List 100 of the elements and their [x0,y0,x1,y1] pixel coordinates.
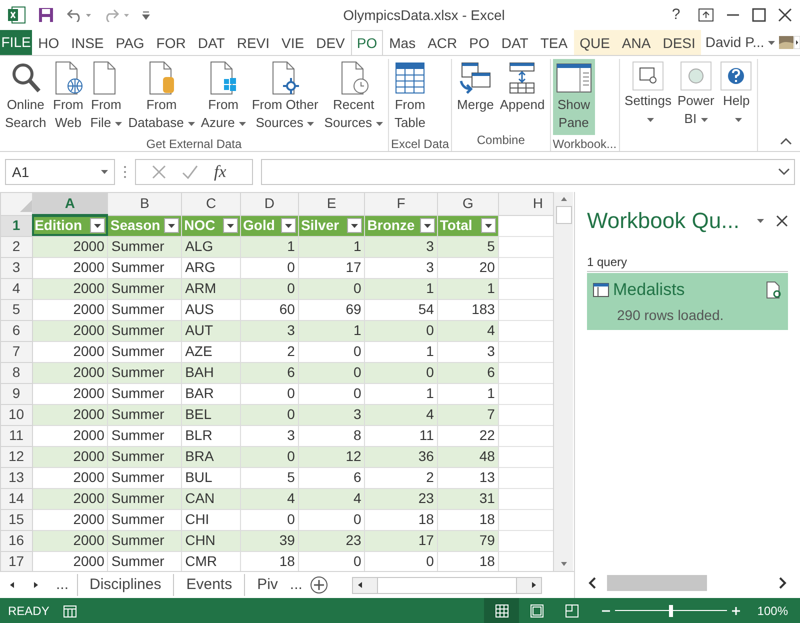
zoom-level[interactable]: 100% [757,602,788,620]
zoom-in-icon[interactable] [731,606,742,616]
maximize-icon[interactable] [752,8,766,22]
filter-dropdown-button[interactable] [420,218,435,233]
row-header[interactable]: 2 [0,236,32,257]
ribbon-display-icon[interactable] [698,8,714,22]
ribbon-button[interactable]: Power BI [674,59,718,131]
filter-dropdown-button[interactable] [223,218,238,233]
zoom-slider[interactable] [615,604,728,616]
row-header[interactable]: 11 [0,425,32,446]
ribbon-tab[interactable]: PO [463,30,496,55]
ribbon-button[interactable]: From Web [49,59,88,135]
ribbon-tab[interactable]: DAT [192,30,231,55]
row-header[interactable]: 4 [0,278,32,299]
add-sheet-icon[interactable] [310,576,328,594]
ribbon-button[interactable]: From Database [125,59,198,135]
refresh-document-icon[interactable] [766,280,782,299]
column-header[interactable]: C [182,192,241,215]
column-header[interactable]: B [108,192,182,215]
ribbon-tab[interactable]: TEA [534,30,574,55]
ribbon-tab[interactable]: PO [350,30,384,55]
collapse-ribbon-icon[interactable] [780,137,792,145]
macro-recording-icon[interactable] [63,604,78,618]
close-icon[interactable] [778,8,792,22]
row-header[interactable]: 10 [0,404,32,425]
row-header[interactable]: 5 [0,299,32,320]
ribbon-tab[interactable]: PAG [110,30,150,55]
normal-view-button[interactable] [484,598,520,623]
row-header[interactable]: 1 [0,215,32,236]
undo-icon[interactable] [66,8,92,22]
column-header[interactable]: F [364,192,438,215]
row-header[interactable]: 15 [0,509,32,530]
ribbon-tab[interactable]: QUE [574,30,616,55]
ribbon-button[interactable]: Append [496,59,548,117]
customize-menu-icon[interactable] [142,10,150,20]
row-header[interactable]: 8 [0,362,32,383]
ribbon-button[interactable]: Recent Sources [321,59,386,135]
horizontal-scrollbar[interactable] [352,576,542,594]
row-header[interactable]: 14 [0,488,32,509]
user-name[interactable]: David P... [701,30,780,55]
sheet-tab[interactable]: Piv [244,574,290,596]
filter-dropdown-button[interactable] [280,218,296,233]
ribbon-button[interactable]: Help [717,59,756,131]
ribbon-tab[interactable]: DEV [310,30,351,55]
row-header[interactable]: 12 [0,446,32,467]
filter-dropdown-button[interactable] [480,218,496,233]
check-icon[interactable] [182,165,198,179]
sheet-tab[interactable]: Disciplines [76,574,174,596]
row-header[interactable]: 16 [0,530,32,551]
ribbon-button[interactable]: From Azure [198,59,249,135]
more-sheets-button[interactable]: ... [48,574,77,596]
scroll-thumb[interactable] [607,575,707,591]
file-tab[interactable]: FILE [0,30,32,55]
filter-dropdown-button[interactable] [90,218,106,234]
ribbon-button[interactable]: Show Pane [552,59,595,135]
ribbon-button[interactable]: Settings [622,59,675,131]
scroll-thumb[interactable] [377,578,518,592]
row-header[interactable]: 7 [0,341,32,362]
more-sheets-button[interactable]: ... [290,574,310,596]
ribbon-tab[interactable]: DESI [656,30,702,55]
ribbon-button[interactable]: From Table [391,59,429,135]
name-box[interactable]: A1 [5,159,115,185]
ribbon-tab[interactable]: ANA [616,30,657,55]
ribbon-button[interactable]: From File [87,59,126,135]
query-item[interactable]: Medalists 290 rows loaded. [587,273,788,330]
ribbon-tab[interactable]: HO [32,30,66,55]
row-header[interactable]: 17 [0,551,32,571]
expand-icon[interactable] [778,168,790,176]
save-icon[interactable] [38,7,54,23]
ribbon-tab[interactable]: ACR [422,30,464,55]
close-icon[interactable] [776,214,788,226]
ribbon-tab[interactable]: Mas [383,30,422,55]
ribbon-tab[interactable]: FOR [150,30,192,55]
row-header[interactable]: 6 [0,320,32,341]
row-header[interactable]: 13 [0,467,32,488]
column-header[interactable]: A [32,192,108,215]
filter-dropdown-button[interactable] [164,218,180,233]
ribbon-button[interactable]: Merge [454,59,497,117]
sheet-tab[interactable]: Events [173,574,244,596]
column-header[interactable]: H [498,192,553,215]
formula-field[interactable] [261,159,795,185]
vertical-scrollbar[interactable] [553,192,573,571]
ribbon-tab[interactable]: VIE [276,30,310,55]
row-header[interactable]: 9 [0,383,32,404]
ribbon-button[interactable]: From Other Sources [248,59,322,135]
scroll-thumb[interactable] [556,206,572,224]
ribbon-tab[interactable]: REVI [230,30,276,55]
drag-handle-icon[interactable] [123,165,127,179]
table-header-cell: Total [437,215,498,236]
row-header[interactable]: 3 [0,257,32,278]
column-header[interactable]: E [298,192,365,215]
column-header[interactable]: G [437,192,498,215]
ribbon-tab[interactable]: DAT [495,30,534,55]
column-header[interactable]: D [240,192,298,215]
ribbon-tab[interactable]: INSE [65,30,110,55]
horizontal-scrollbar[interactable] [587,572,788,594]
help-button[interactable]: ? [666,4,686,26]
filter-dropdown-button[interactable] [347,218,362,233]
insert-function-button[interactable]: fx [214,159,226,185]
ribbon-button[interactable]: Online Search [2,59,50,135]
